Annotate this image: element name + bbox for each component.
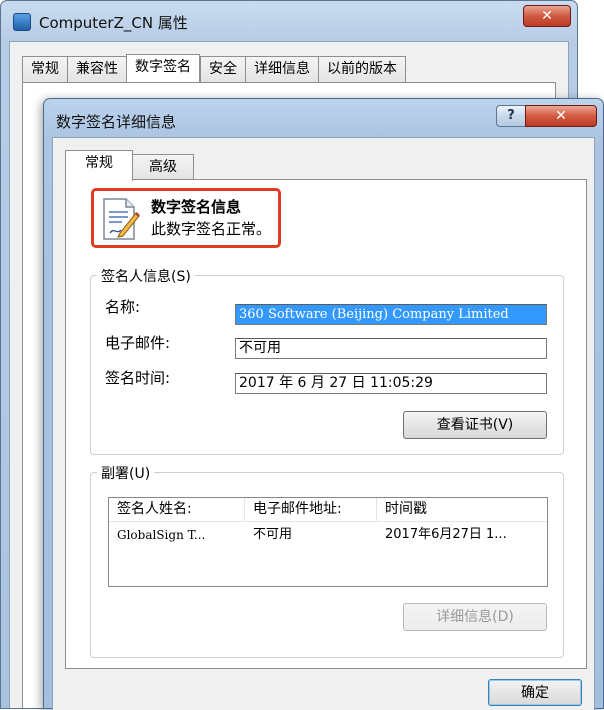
dialog-title: 数字签名详细信息 [56,113,177,131]
signer-info-legend: 签名人信息(S) [97,266,195,286]
app-icon [13,13,31,31]
row-signer-name: GlobalSign T... [117,528,206,542]
signature-info-title: 数字签名信息 [151,198,242,216]
tab-details[interactable]: 详细信息 [245,56,318,82]
row-timestamp: 2017年6月27日 1... [385,527,507,542]
tab-previous-versions[interactable]: 以前的版本 [318,56,406,82]
properties-titlebar: ComputerZ_CN 属性 ✕ [1,1,577,41]
help-button[interactable]: ? [496,105,526,127]
certificate-icon [103,198,140,240]
properties-window-title: ComputerZ_CN 属性 [39,14,188,32]
row-email: 不可用 [253,527,293,542]
countersignatures-group: 副署(U) 签名人姓名: 电子邮件地址: 时间戳 GlobalSign T...… [90,463,564,658]
name-field[interactable]: 360 Software (Beijing) Company Limited [235,304,547,325]
column-signer-name[interactable]: 签名人姓名: [109,498,245,522]
ok-button[interactable]: 确定 [488,679,582,706]
tab-general-dialog[interactable]: 常规 [65,150,133,181]
countersignatures-legend: 副署(U) [97,463,155,483]
tab-security[interactable]: 安全 [200,56,245,82]
signing-time-field[interactable]: 2017 年 6 月 27 日 11:05:29 [235,373,547,394]
dialog-close-button[interactable]: ✕ [525,105,597,127]
column-timestamp[interactable]: 时间戳 [377,498,547,522]
signature-details-dialog: 数字签名详细信息 ? ✕ 常规 高级 数字签名信息 此数字签名正常。 签名人信息… [43,98,604,710]
tab-compatibility[interactable]: 兼容性 [67,56,126,82]
properties-tabs: 常规 兼容性 数字签名 安全 详细信息 以前的版本 [22,54,406,82]
countersignatures-list[interactable]: 签名人姓名: 电子邮件地址: 时间戳 GlobalSign T... 不可用 2… [108,497,548,587]
tab-general[interactable]: 常规 [22,56,67,82]
properties-close-button[interactable]: ✕ [523,5,571,27]
tab-digital-signatures[interactable]: 数字签名 [126,54,200,82]
name-label: 名称: [105,298,141,316]
email-label: 电子邮件: [105,334,171,352]
table-row[interactable]: GlobalSign T... 不可用 2017年6月27日 1... [109,524,547,546]
signature-status-text: 此数字签名正常。 [151,220,272,238]
tab-advanced[interactable]: 高级 [132,154,194,180]
signature-info-highlight: 数字签名信息 此数字签名正常。 [91,188,281,248]
list-header: 签名人姓名: 电子邮件地址: 时间戳 [109,498,547,522]
general-tab-panel: 数字签名信息 此数字签名正常。 签名人信息(S) 名称: 360 Softwar… [65,179,587,669]
email-field[interactable]: 不可用 [235,338,547,359]
column-email-address[interactable]: 电子邮件地址: [245,498,377,522]
view-certificate-button[interactable]: 查看证书(V) [403,411,547,439]
signing-time-label: 签名时间: [105,369,171,387]
details-button[interactable]: 详细信息(D) [403,603,547,631]
dialog-body: 常规 高级 数字签名信息 此数字签名正常。 签名人信息(S) 名称: 360 S… [52,137,595,710]
signer-info-group: 签名人信息(S) 名称: 360 Software (Beijing) Comp… [90,266,564,455]
